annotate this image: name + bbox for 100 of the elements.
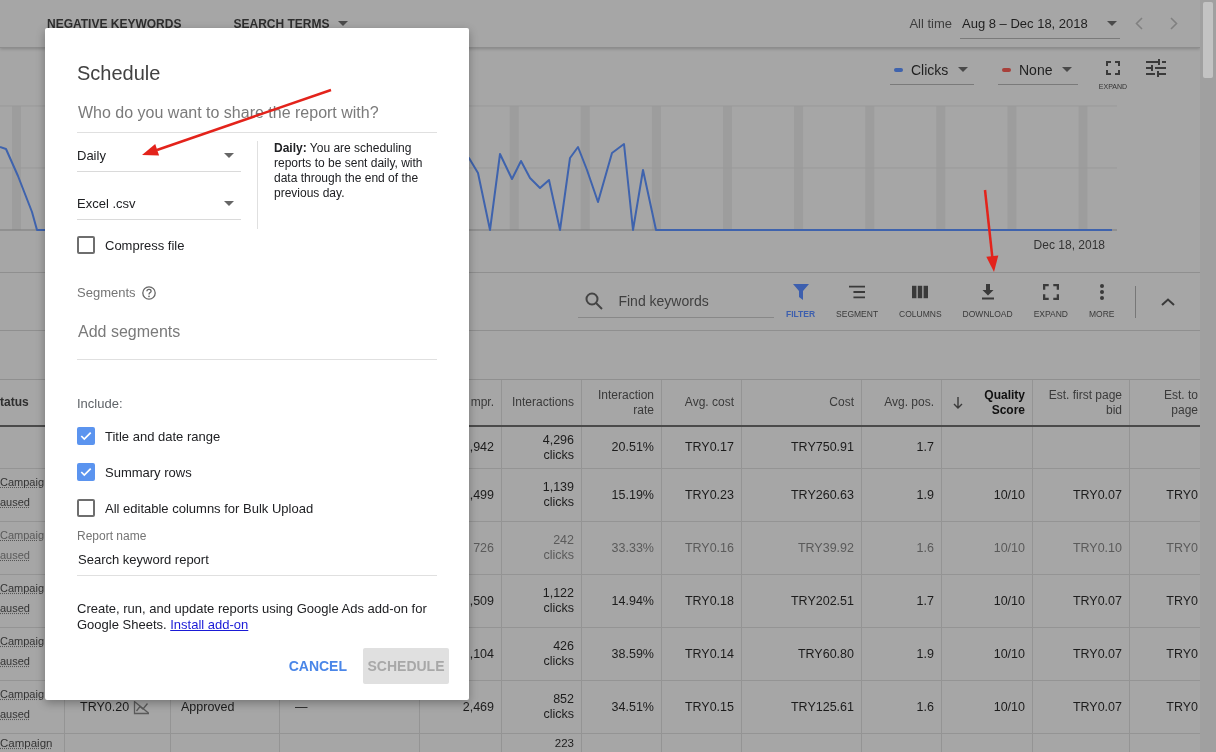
- caret-icon: [1107, 20, 1117, 26]
- table-cell: TRY0.18: [662, 575, 742, 628]
- cancel-button[interactable]: CANCEL: [280, 648, 355, 684]
- table-cell: 1.7: [862, 575, 942, 628]
- column-header[interactable]: Est. first page bid: [1048, 387, 1122, 418]
- column-header[interactable]: tatus: [0, 395, 29, 410]
- format-dropdown[interactable]: Excel .csv: [77, 188, 241, 220]
- table-cell: 4,296 clicks: [502, 427, 582, 469]
- column-header[interactable]: Est. to page: [1164, 387, 1198, 418]
- checkbox[interactable]: [77, 236, 95, 254]
- table-cell: 20.51%: [582, 427, 662, 469]
- field-label: Report name: [77, 529, 148, 543]
- checkbox-label: Compress file: [105, 237, 185, 253]
- table-cell: TRY202.51: [742, 575, 862, 628]
- search-icon: [585, 292, 604, 310]
- report-name-field[interactable]: Search keyword report: [77, 544, 437, 576]
- segments-label: Segments: [77, 285, 136, 301]
- tune-icon[interactable]: [1146, 59, 1166, 77]
- table-cell: 34.51%: [582, 681, 662, 734]
- help-icon[interactable]: [141, 286, 156, 300]
- checkbox[interactable]: [77, 499, 95, 517]
- column-header[interactable]: Quality Score: [984, 387, 1025, 418]
- download-button[interactable]: DOWNLOAD: [952, 284, 1024, 319]
- table-cell: 14.94%: [582, 575, 662, 628]
- table-cell: 10/10: [942, 575, 1033, 628]
- install-addon-link[interactable]: Install add-on: [170, 617, 249, 632]
- table-cell: TRY0.07: [1033, 469, 1130, 522]
- filter-button[interactable]: FILTER: [775, 284, 826, 319]
- table-cell: TRY0.07: [1033, 628, 1130, 681]
- series-dropdown[interactable]: None: [998, 55, 1078, 85]
- tab[interactable]: NEGATIVE KEYWORDS: [47, 16, 182, 31]
- axis-label: Dec 18, 2018: [1033, 238, 1105, 252]
- table-cell: TRY0.17: [662, 427, 742, 469]
- table-cell: 10/10: [942, 681, 1033, 734]
- scrollbar-thumb[interactable]: [1203, 2, 1213, 78]
- table-cell: 1.9: [862, 628, 942, 681]
- checkbox[interactable]: [77, 463, 95, 481]
- expand-icon: [1106, 61, 1120, 75]
- table-cell: 852 clicks: [502, 681, 582, 734]
- checkbox-label: Title and date range: [105, 428, 221, 444]
- search-field[interactable]: Find keywords: [578, 285, 775, 318]
- caret-icon: [338, 21, 349, 26]
- caret-icon: [1062, 67, 1072, 72]
- table-cell: TRY0.10: [1033, 522, 1130, 575]
- more-icon: [1099, 284, 1104, 300]
- table-cell: 1.9: [862, 469, 942, 522]
- table-cell: 33.33%: [582, 522, 662, 575]
- table-cell: TRY0.07: [1033, 681, 1130, 734]
- table-cell: TRY0.07: [1033, 575, 1130, 628]
- lines-icon: [849, 284, 866, 300]
- table-cell: Campaign: [0, 734, 65, 752]
- column-header[interactable]: Interactions: [511, 395, 574, 410]
- table-cell: TRY0.23: [662, 469, 742, 522]
- column-header[interactable]: mpr.: [470, 395, 494, 410]
- column-header[interactable]: Avg. cost: [684, 395, 734, 410]
- column-header[interactable]: Avg. pos.: [884, 395, 934, 410]
- table-cell: 426 clicks: [502, 628, 582, 681]
- filter-icon: [792, 284, 809, 300]
- more-button[interactable]: MORE: [1078, 284, 1125, 319]
- columns-button[interactable]: COLUMNS: [888, 284, 953, 319]
- table-cell: 10/10: [942, 628, 1033, 681]
- checkbox-label: Summary rows: [105, 464, 192, 480]
- date-range-dropdown[interactable]: Aug 8 – Dec 18, 2018: [960, 8, 1120, 39]
- checkmark-icon: [80, 431, 92, 441]
- segment-button[interactable]: SEGMENT: [825, 284, 889, 319]
- column-header[interactable]: Cost: [829, 395, 854, 410]
- table-cell: TRY0.14: [662, 628, 742, 681]
- series-dropdown[interactable]: Clicks: [890, 55, 974, 85]
- table-cell: 1.6: [862, 522, 942, 575]
- date-range-label: All time: [909, 16, 952, 31]
- expand-button[interactable]: EXPAND: [1023, 284, 1079, 319]
- caret-icon: [958, 67, 968, 72]
- columns-icon: [912, 284, 929, 300]
- tab[interactable]: SEARCH TERMS: [233, 16, 349, 31]
- table-cell: TRY260.63: [742, 469, 862, 522]
- table-cell: 15.19%: [582, 469, 662, 522]
- expand-icon: [1042, 284, 1059, 300]
- arrow-down-icon[interactable]: [953, 396, 963, 409]
- checkbox[interactable]: [77, 427, 95, 445]
- table-cell: TRY0.16: [662, 522, 742, 575]
- table-cell: 1.6: [862, 681, 942, 734]
- checkmark-icon: [80, 467, 92, 477]
- table-cell: TRY125.61: [742, 681, 862, 734]
- table-cell: 1,122 clicks: [502, 575, 582, 628]
- download-icon: [979, 284, 996, 300]
- scrollbar-track[interactable]: [1200, 0, 1216, 752]
- table-cell: 1.7: [862, 427, 942, 469]
- column-header[interactable]: Interaction rate: [597, 387, 654, 418]
- segments-field[interactable]: Add segments: [77, 304, 437, 360]
- table-cell: 38.59%: [582, 628, 662, 681]
- include-label: Include:: [77, 396, 124, 412]
- table-cell: 223: [502, 734, 582, 752]
- chart-icon[interactable]: [133, 699, 151, 715]
- caret-icon: [224, 201, 234, 206]
- table-cell: 1,139 clicks: [502, 469, 582, 522]
- table-cell: TRY0.15: [662, 681, 742, 734]
- checkbox-label: All editable columns for Bulk Upload: [105, 500, 314, 516]
- table-cell: 10/10: [942, 469, 1033, 522]
- chevron-up-icon[interactable]: [1161, 297, 1175, 306]
- table-cell: TRY39.92: [742, 522, 862, 575]
